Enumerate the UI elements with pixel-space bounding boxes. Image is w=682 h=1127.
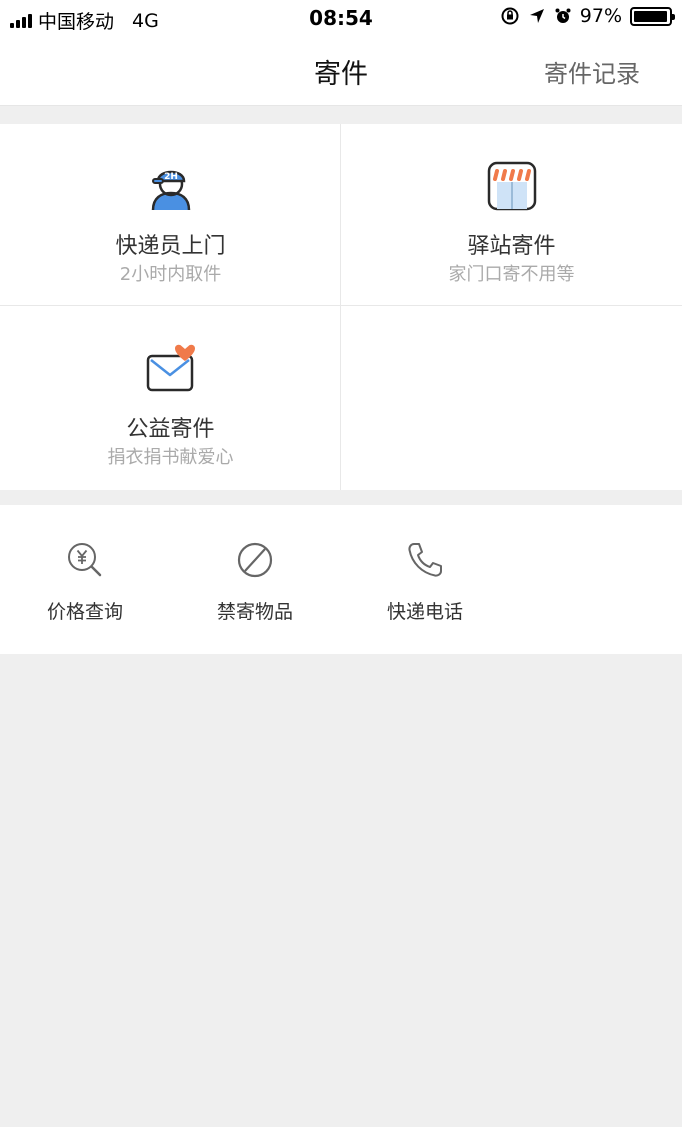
service-title: 快递员上门 bbox=[115, 234, 226, 259]
prohibited-icon bbox=[237, 542, 273, 578]
price-search-icon bbox=[68, 543, 102, 577]
battery-percent: 97% bbox=[579, 5, 622, 27]
charity-envelope-icon bbox=[146, 344, 195, 392]
service-subtitle: 捐衣捐书献爱心 bbox=[107, 447, 234, 468]
rotation-lock-icon bbox=[501, 7, 519, 25]
location-arrow-icon bbox=[529, 9, 544, 23]
tool-label: 价格查询 bbox=[46, 601, 123, 623]
courier-icon: 2H bbox=[151, 170, 190, 211]
service-charity-send[interactable]: 公益寄件 捐衣捐书献爱心 bbox=[0, 307, 341, 490]
service-title: 公益寄件 bbox=[126, 417, 215, 442]
battery-level bbox=[634, 10, 667, 22]
tools-row: 价格查询 禁寄物品 快递电话 bbox=[0, 505, 682, 654]
service-courier-pickup[interactable]: 2H 快递员上门 2小时内取件 bbox=[0, 124, 341, 307]
tool-price-query[interactable]: 价格查询 bbox=[0, 505, 170, 654]
service-station-send[interactable]: 驿站寄件 家门口寄不用等 bbox=[341, 124, 682, 307]
tool-label: 禁寄物品 bbox=[216, 601, 293, 623]
send-record-link[interactable]: 寄件记录 bbox=[544, 54, 640, 89]
service-subtitle: 家门口寄不用等 bbox=[448, 264, 575, 285]
service-subtitle: 2小时内取件 bbox=[119, 264, 222, 285]
status-bar: 中国移动 4G 08:54 97% bbox=[0, 0, 682, 36]
tool-courier-phone[interactable]: 快递电话 bbox=[340, 505, 510, 654]
status-right: 97% bbox=[500, 5, 675, 27]
tool-prohibited-items[interactable]: 禁寄物品 bbox=[170, 505, 340, 654]
service-grid: 2H 快递员上门 2小时内取件 驿站寄件 家门口寄不用等 公益寄件 捐衣捐书献爱… bbox=[0, 124, 682, 490]
battery-icon bbox=[630, 6, 675, 26]
tool-label: 快递电话 bbox=[386, 601, 463, 623]
service-title: 驿站寄件 bbox=[467, 234, 556, 259]
phone-icon bbox=[408, 543, 442, 577]
alarm-icon bbox=[555, 8, 571, 23]
nav-bar: 寄件 寄件记录 bbox=[0, 36, 682, 106]
station-store-icon bbox=[487, 161, 536, 211]
courier-badge: 2H bbox=[164, 172, 178, 182]
